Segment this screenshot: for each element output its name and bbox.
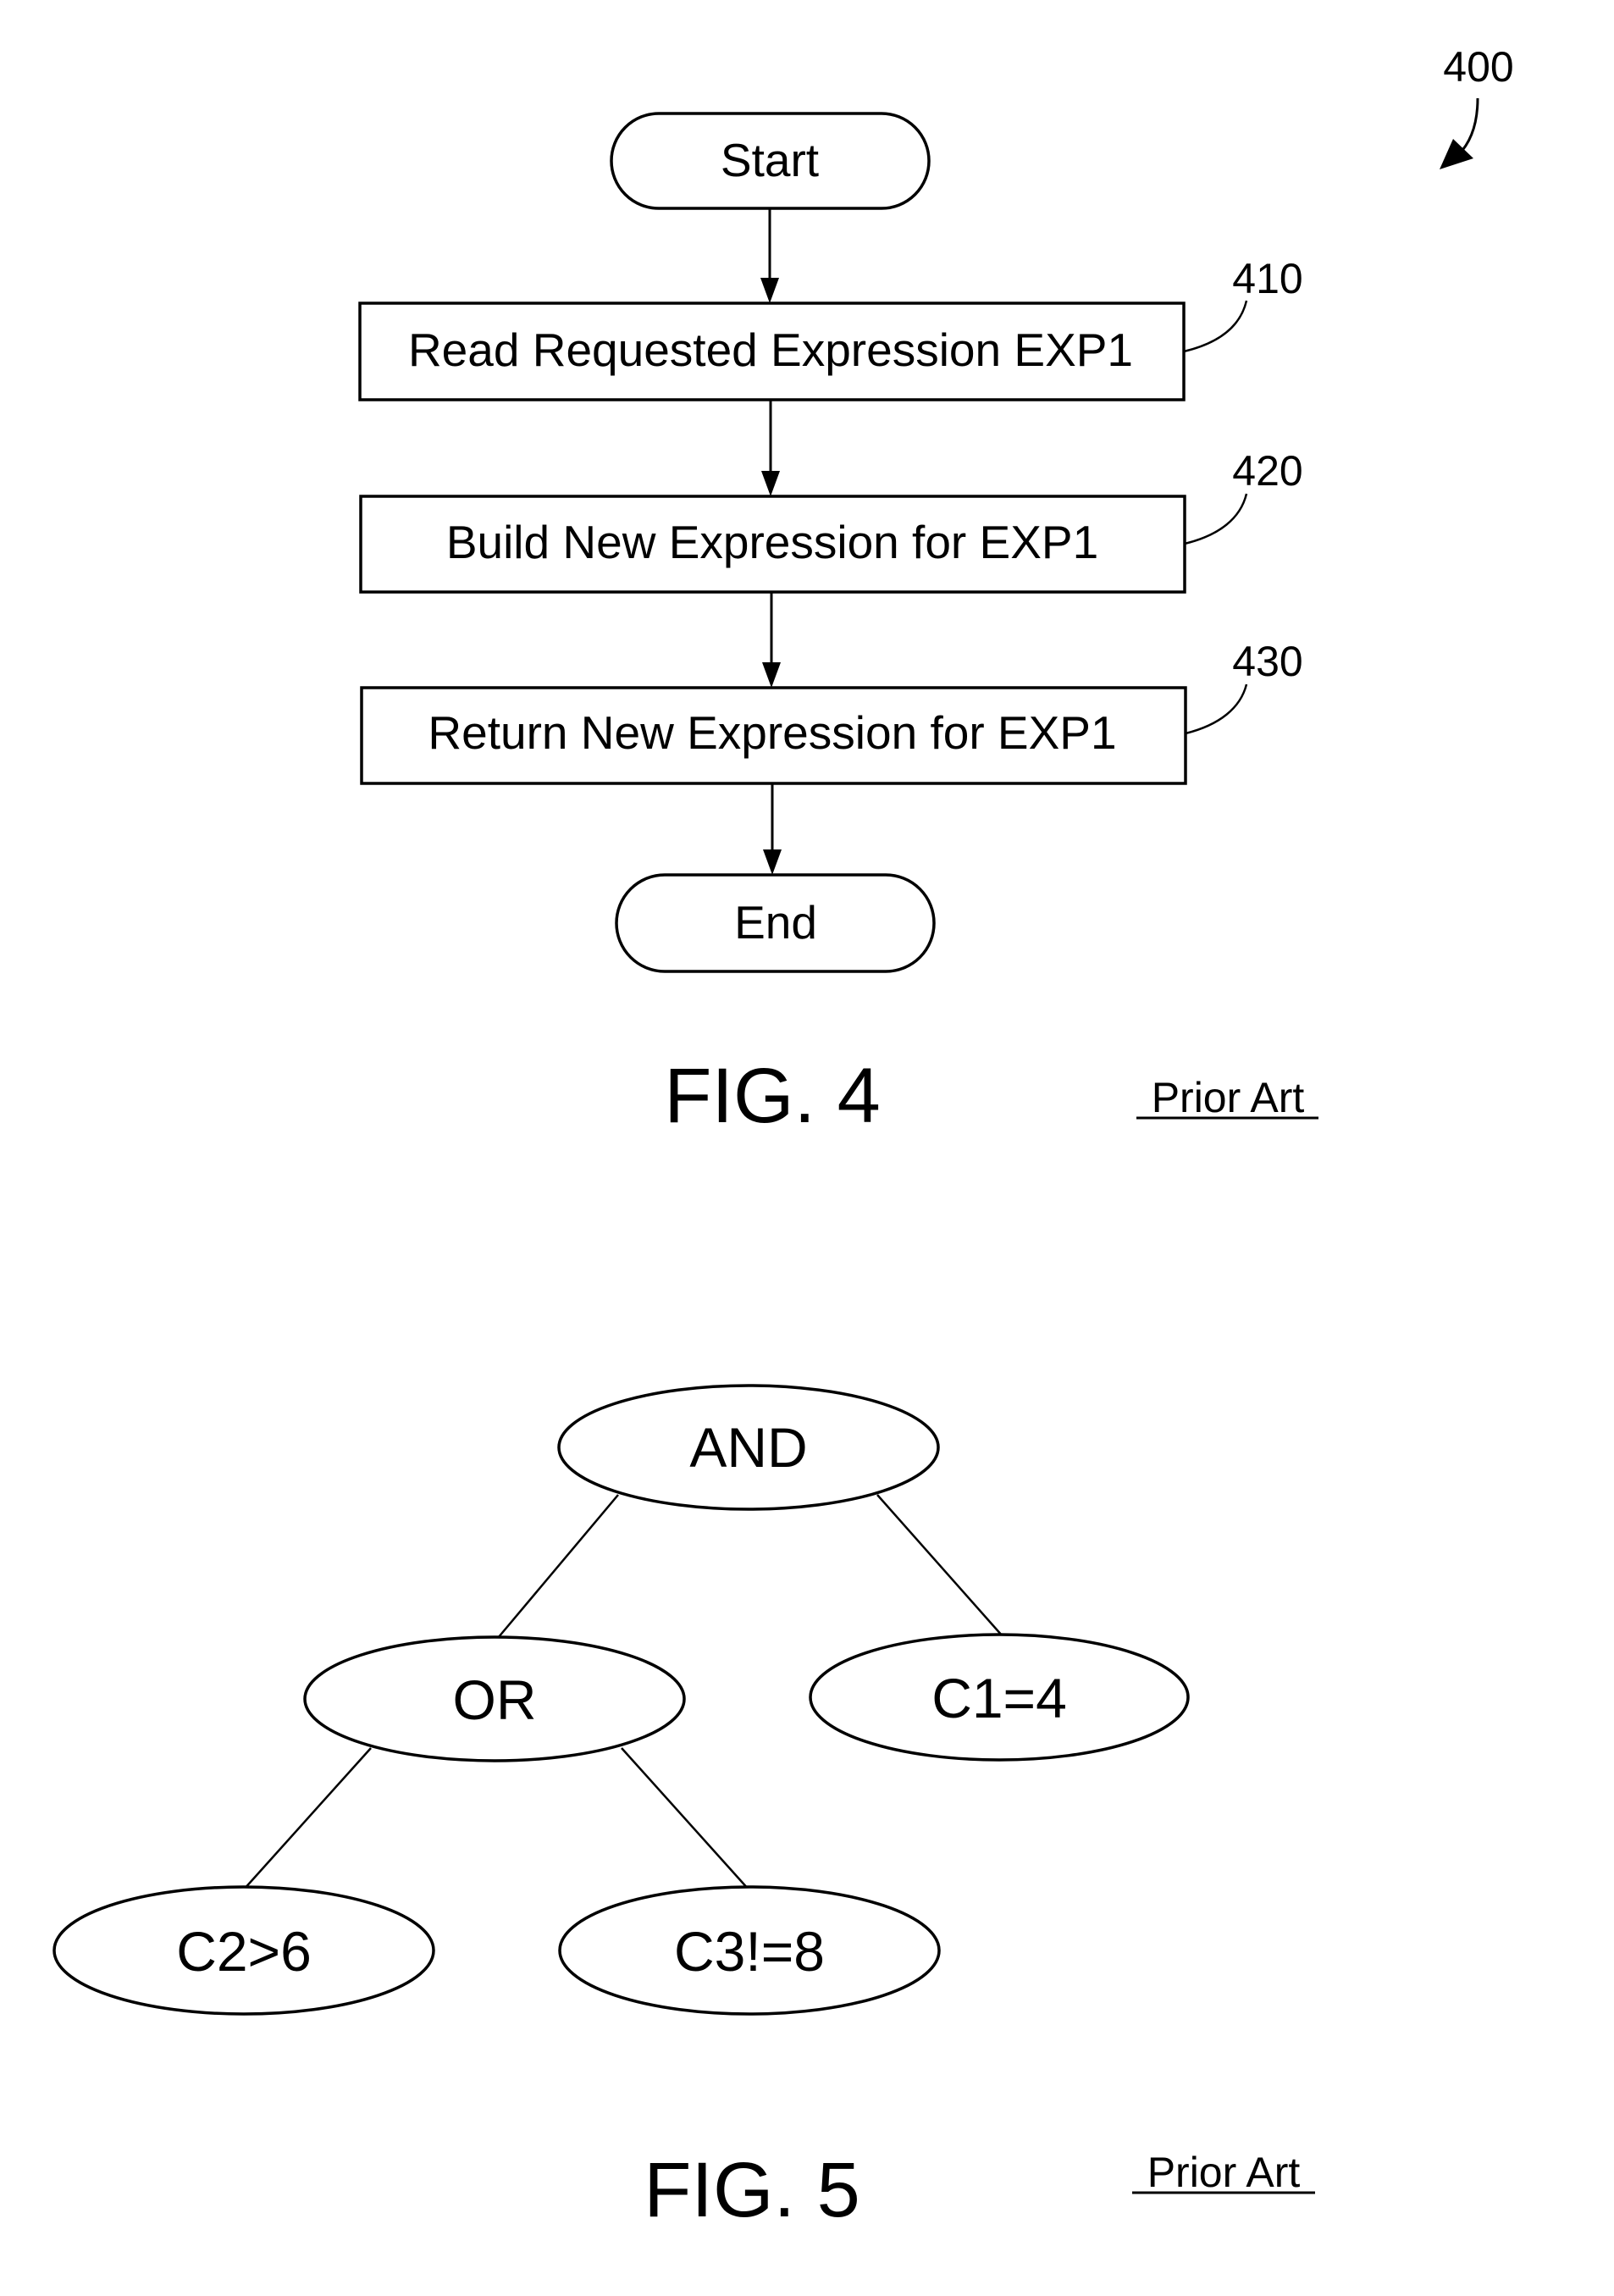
figure-5-caption: FIG. 5 (644, 2147, 860, 2233)
tree-node-c3: C3!=8 (558, 1885, 941, 2016)
flow-arrow (763, 783, 782, 875)
flow-arrow (761, 400, 780, 496)
flow-arrow (762, 592, 781, 688)
figure-5-expression-tree: AND OR C1=4 C2>6 C3!=8 FIG. 5 Prior Art (53, 1384, 1315, 2233)
tree-node-and: AND (557, 1384, 940, 1511)
figure-4-prior-art-note: Prior Art (1152, 1074, 1305, 1121)
process-step-410: Read Requested Expression EXP1 (358, 302, 1186, 401)
reference-430: 430 (1232, 638, 1302, 685)
tree-node-or-label: OR (453, 1668, 537, 1731)
step-430-label: Return New Expression for EXP1 (428, 706, 1116, 759)
reference-arrow-icon (1440, 97, 1479, 169)
process-step-430: Return New Expression for EXP1 (360, 686, 1187, 785)
tree-node-c2-label: C2>6 (176, 1920, 312, 1983)
end-terminal: End (615, 873, 936, 973)
end-label: End (734, 896, 817, 949)
leader-line-420 (1184, 493, 1248, 545)
tree-edge-or-c2 (242, 1747, 372, 1891)
reference-420: 420 (1232, 447, 1302, 495)
step-410-label: Read Requested Expression EXP1 (408, 324, 1133, 376)
figure-4-caption: FIG. 4 (664, 1053, 881, 1139)
leader-line-410 (1183, 300, 1248, 353)
start-label: Start (721, 134, 819, 186)
patent-drawing-sheet: 400 Start Read Requested Expression EXP1… (53, 43, 1514, 2233)
reference-410: 410 (1232, 255, 1302, 302)
process-step-420: Build New Expression for EXP1 (359, 495, 1186, 594)
tree-node-c2: C2>6 (53, 1885, 435, 2016)
leader-line-430 (1185, 683, 1248, 735)
figure-reference-400: 400 (1443, 43, 1513, 91)
figure-4-flowchart: 400 Start Read Requested Expression EXP1… (358, 43, 1514, 1139)
tree-edge-and-or (497, 1494, 619, 1639)
tree-edge-and-c1 (876, 1494, 1003, 1637)
tree-node-or: OR (303, 1635, 686, 1762)
step-420-label: Build New Expression for EXP1 (446, 516, 1098, 568)
start-terminal: Start (610, 112, 931, 210)
tree-node-c1: C1=4 (809, 1633, 1190, 1762)
flow-arrow (760, 208, 779, 303)
tree-edge-or-c3 (621, 1747, 750, 1891)
tree-node-c1-label: C1=4 (931, 1667, 1067, 1729)
tree-node-and-label: AND (689, 1416, 807, 1479)
figure-5-prior-art-note: Prior Art (1147, 2149, 1301, 2196)
tree-node-c3-label: C3!=8 (674, 1920, 825, 1983)
